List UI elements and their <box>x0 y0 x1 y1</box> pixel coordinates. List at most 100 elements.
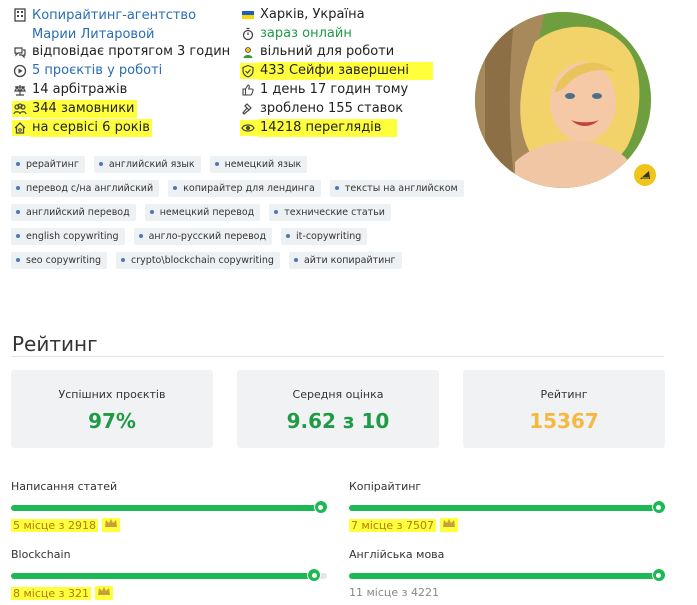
location: Харків, Україна <box>240 6 365 24</box>
place-text: 7 місце з 7507 <box>349 518 436 532</box>
map-pin-icon <box>651 500 666 514</box>
on-service-text: на сервісі 6 років <box>30 119 152 137</box>
pro-badge-icon <box>632 162 658 188</box>
company-name[interactable]: Копирайтинг-агентство Марии Литаровой <box>12 6 232 44</box>
tag[interactable]: перевод с/на английский <box>11 179 160 197</box>
views: 14218 переглядів <box>240 119 398 137</box>
skill-name: Написання статей <box>11 480 118 493</box>
tag-row: seo copywriting crypto\blockchain copywri… <box>11 248 451 272</box>
success-projects-card: Успішних проєктів 97% <box>11 370 213 448</box>
company-link[interactable]: Копирайтинг-агентство Марии Литаровой <box>32 6 232 44</box>
tag[interactable]: тексты на английском <box>329 179 464 197</box>
last-seen-text: 1 день 17 годин тому <box>260 82 409 97</box>
tag[interactable]: english copywriting <box>11 227 125 245</box>
views-text: 14218 переглядів <box>258 119 398 137</box>
progress-fill <box>11 573 315 579</box>
tag[interactable]: рерайтинг <box>11 155 85 173</box>
play-circle-icon <box>12 63 28 79</box>
tag-row: перевод с/на английский копирайтер для ле… <box>11 176 464 200</box>
skill-name: Англійська мова <box>349 548 445 561</box>
tag[interactable]: английский язык <box>93 155 201 173</box>
safes-done: 433 Сейфи завершені <box>240 62 433 80</box>
place-text: 11 місце з 4221 <box>349 586 439 599</box>
stopwatch-icon <box>240 26 256 42</box>
tag[interactable]: немецкий перевод <box>144 203 261 221</box>
projects-link[interactable]: 5 проєктів у роботі <box>32 62 162 80</box>
skill-copywriting: Копірайтинг 7 місце з 7507 <box>349 480 666 532</box>
card-label: Успішних проєктів <box>58 388 166 401</box>
tag[interactable]: crypto\blockchain copywriting <box>116 251 280 269</box>
skill-place: 7 місце з 7507 <box>349 518 665 532</box>
rating-title: Рейтинг <box>12 332 98 356</box>
users-icon <box>12 101 30 117</box>
place-text: 5 місце з 2918 <box>11 518 98 532</box>
worker-icon <box>240 44 256 60</box>
skill-place: 11 місце з 4221 <box>349 586 665 599</box>
tag-row: английский перевод немецкий перевод технич… <box>11 200 451 224</box>
availability: вільний для роботи <box>240 43 394 61</box>
safes-text: 433 Сейфи завершені <box>258 62 433 80</box>
tag[interactable]: айти копирайтинг <box>288 251 402 269</box>
skill-progress-bar <box>11 568 327 582</box>
tag[interactable]: seo copywriting <box>11 251 108 269</box>
map-pin-icon <box>313 500 328 514</box>
response-text: відповідає протягом 3 годин <box>32 44 231 59</box>
card-value: 97% <box>88 409 136 433</box>
crown-icon <box>440 518 458 532</box>
location-text: Харків, Україна <box>260 7 365 22</box>
skill-place: 8 місце з 321 <box>11 586 327 600</box>
tag-row: english copywriting англо-русский перевод… <box>11 224 451 248</box>
customers: 344 замовники <box>12 100 137 118</box>
online-status: зараз онлайн <box>240 25 352 43</box>
on-service: на сервісі 6 років <box>12 119 152 137</box>
response-time: відповідає протягом 3 годин <box>12 43 230 61</box>
tag[interactable]: английский перевод <box>11 203 136 221</box>
card-label: Середня оцінка <box>292 388 384 401</box>
card-value: 9.62 з 10 <box>286 409 390 433</box>
tag[interactable]: it-copywriting <box>281 227 368 245</box>
online-text: зараз онлайн <box>260 26 352 41</box>
shield-check-icon <box>240 63 258 79</box>
progress-fill <box>349 573 659 579</box>
customers-text: 344 замовники <box>30 100 137 118</box>
bids-text: зроблено 155 ставок <box>260 101 404 116</box>
scales-icon <box>12 82 28 98</box>
skill-writing-articles: Написання статей 5 місце з 2918 <box>11 480 328 532</box>
skill-place: 5 місце з 2918 <box>11 518 327 532</box>
chat-icon <box>12 44 28 60</box>
ukraine-flag-icon <box>240 7 256 23</box>
skill-blockchain: Blockchain 8 місце з 321 <box>11 548 327 600</box>
avatar <box>475 12 651 188</box>
rating-card: Рейтинг 15367 <box>463 370 665 448</box>
crown-icon <box>95 586 113 600</box>
tag-row: рерайтинг английский язык немецкий язык <box>11 152 451 176</box>
arbitrations-text: 14 арбітражів <box>32 82 128 97</box>
availability-text: вільний для роботи <box>260 44 395 59</box>
progress-fill <box>11 505 321 511</box>
tag[interactable]: англо-русский перевод <box>133 227 273 245</box>
skill-name: Копірайтинг <box>349 480 422 493</box>
tag[interactable]: немецкий язык <box>209 155 308 173</box>
last-seen: 1 день 17 годин тому <box>240 81 408 99</box>
tag[interactable]: копирайтер для лендинга <box>168 179 321 197</box>
progress-fill <box>349 505 659 511</box>
thumbs-up-icon <box>240 82 256 98</box>
house-icon <box>12 120 30 136</box>
card-label: Рейтинг <box>540 388 588 401</box>
average-score-card: Середня оцінка 9.62 з 10 <box>237 370 439 448</box>
skill-progress-bar <box>349 568 666 582</box>
skill-tags: рерайтинг английский язык немецкий язык пер… <box>11 152 464 272</box>
gavel-icon <box>240 101 256 117</box>
map-pin-icon <box>651 568 666 582</box>
crown-icon <box>102 518 120 532</box>
building-icon <box>12 7 28 23</box>
skill-english: Англійська мова 11 місце з 4221 <box>349 548 666 599</box>
skill-progress-bar <box>349 500 666 514</box>
eye-icon <box>240 120 258 136</box>
projects-in-work[interactable]: 5 проєктів у роботі <box>12 62 162 80</box>
tag[interactable]: технические статьи <box>269 203 391 221</box>
arbitrations: 14 арбітражів <box>12 81 127 99</box>
skill-progress-bar <box>11 500 328 514</box>
bids: зроблено 155 ставок <box>240 100 403 118</box>
skill-name: Blockchain <box>11 548 71 561</box>
